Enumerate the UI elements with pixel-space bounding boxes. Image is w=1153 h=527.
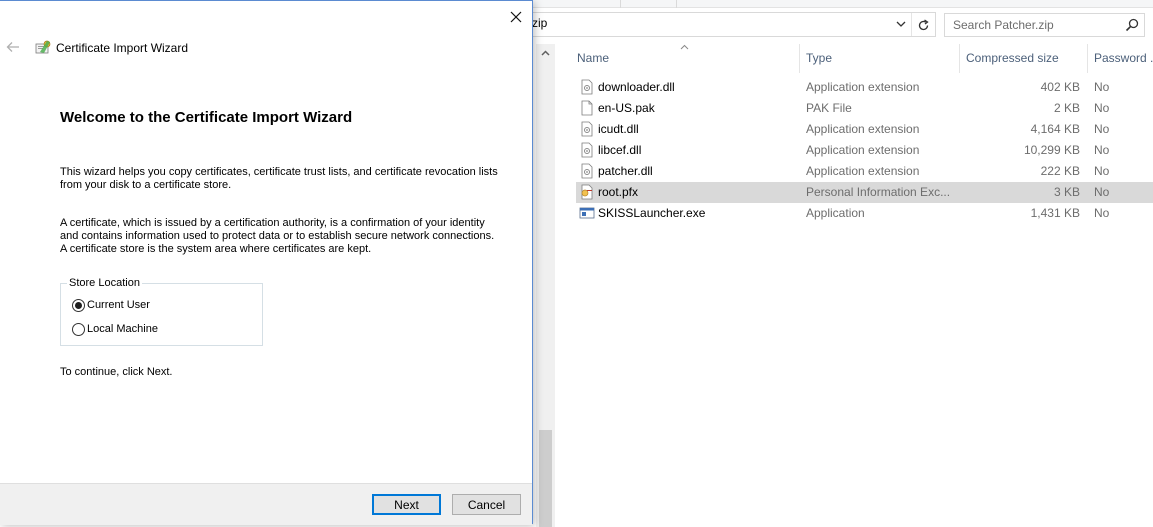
store-location-group [60, 283, 263, 346]
exe-file-icon [579, 205, 595, 221]
file-compressed-size: 1,431 KB [1030, 206, 1080, 220]
scrollbar-thumb[interactable] [539, 430, 552, 527]
page-title: Welcome to the Certificate Import Wizard [60, 109, 353, 126]
certificate-import-wizard-dialog: Certificate Import Wizard Welcome to the… [0, 0, 533, 525]
address-text[interactable]: zip [532, 16, 547, 30]
dll-file-icon [579, 142, 595, 158]
file-type: PAK File [806, 101, 852, 115]
search-icon[interactable] [1125, 18, 1139, 32]
dll-file-icon [579, 163, 595, 179]
cancel-button[interactable]: Cancel [452, 494, 521, 515]
file-password-protected: No [1094, 143, 1110, 157]
file-type: Application extension [806, 143, 920, 157]
search-input[interactable] [953, 17, 1123, 33]
file-name[interactable]: libcef.dll [598, 143, 641, 157]
file-row[interactable]: en-US.pak PAK File 2 KB No [576, 98, 1153, 119]
dialog-footer: Next Cancel [0, 483, 532, 525]
file-list-header: Name Type Compressed size Password ... [556, 44, 1153, 73]
file-password-protected: No [1094, 164, 1110, 178]
description-paragraph: A certificate, which is issued by a cert… [60, 217, 495, 255]
dll-file-icon [579, 121, 595, 137]
file-type: Application extension [806, 122, 920, 136]
column-header-compressed-size[interactable]: Compressed size [960, 44, 1087, 73]
file-type: Personal Information Exc... [806, 185, 951, 199]
column-header-name[interactable]: Name [571, 44, 799, 73]
continue-instruction: To continue, click Next. [60, 366, 173, 378]
scroll-up-arrow-icon[interactable] [540, 48, 551, 59]
refresh-icon[interactable] [913, 15, 933, 35]
file-row[interactable]: patcher.dll Application extension 222 KB No [576, 161, 1153, 182]
column-header-type[interactable]: Type [800, 44, 959, 73]
file-type: Application extension [806, 164, 920, 178]
file-compressed-size: 4,164 KB [1030, 122, 1080, 136]
address-history-chevron-icon[interactable] [893, 16, 909, 32]
generic-file-icon [579, 100, 595, 116]
store-location-legend: Store Location [67, 277, 142, 289]
file-type: Application extension [806, 80, 920, 94]
radio-label-current-user[interactable]: Current User [87, 299, 150, 311]
certificate-wizard-icon [35, 40, 51, 54]
file-compressed-size: 2 KB [1053, 101, 1080, 115]
file-row[interactable]: downloader.dll Application extension 402 K… [576, 77, 1153, 98]
search-box[interactable] [944, 13, 1145, 37]
back-arrow-icon[interactable] [4, 39, 22, 55]
file-name[interactable]: downloader.dll [598, 80, 675, 94]
file-compressed-size: 402 KB [1040, 80, 1080, 94]
next-button[interactable]: Next [372, 494, 441, 515]
radio-label-local-machine[interactable]: Local Machine [87, 323, 158, 335]
file-name[interactable]: SKISSLauncher.exe [598, 206, 705, 220]
file-row[interactable]: libcef.dll Application extension 10,299 KB… [576, 140, 1153, 161]
file-password-protected: No [1094, 122, 1110, 136]
navigation-pane-scrollbar[interactable] [536, 44, 555, 527]
file-password-protected: No [1094, 185, 1110, 199]
file-name[interactable]: en-US.pak [598, 101, 655, 115]
intro-paragraph: This wizard helps you copy certificates,… [60, 166, 498, 191]
close-icon[interactable] [505, 7, 527, 27]
wizard-title: Certificate Import Wizard [56, 41, 189, 55]
file-compressed-size: 3 KB [1053, 185, 1080, 199]
file-row[interactable]: icudt.dll Application extension 4,164 KB No [576, 119, 1153, 140]
file-compressed-size: 10,299 KB [1023, 143, 1080, 157]
radio-button-unchecked[interactable] [72, 322, 85, 336]
file-row[interactable]: root.pfx Personal Information Exc... 3 KB N… [576, 182, 1153, 203]
file-name[interactable]: icudt.dll [598, 122, 639, 136]
file-password-protected: No [1094, 101, 1110, 115]
dll-file-icon [579, 79, 595, 95]
file-compressed-size: 222 KB [1040, 164, 1080, 178]
file-name[interactable]: patcher.dll [598, 164, 653, 178]
file-password-protected: No [1094, 206, 1110, 220]
radio-current-user[interactable]: Current User [72, 298, 150, 312]
file-name[interactable]: root.pfx [598, 185, 638, 199]
column-header-password[interactable]: Password ... [1088, 44, 1153, 73]
file-password-protected: No [1094, 80, 1110, 94]
radio-local-machine[interactable]: Local Machine [72, 322, 158, 336]
file-row[interactable]: SKISSLauncher.exe Application 1,431 KB No [576, 203, 1153, 224]
certificate-file-icon [579, 184, 595, 200]
file-type: Application [806, 206, 865, 220]
radio-button-checked[interactable] [72, 298, 85, 312]
